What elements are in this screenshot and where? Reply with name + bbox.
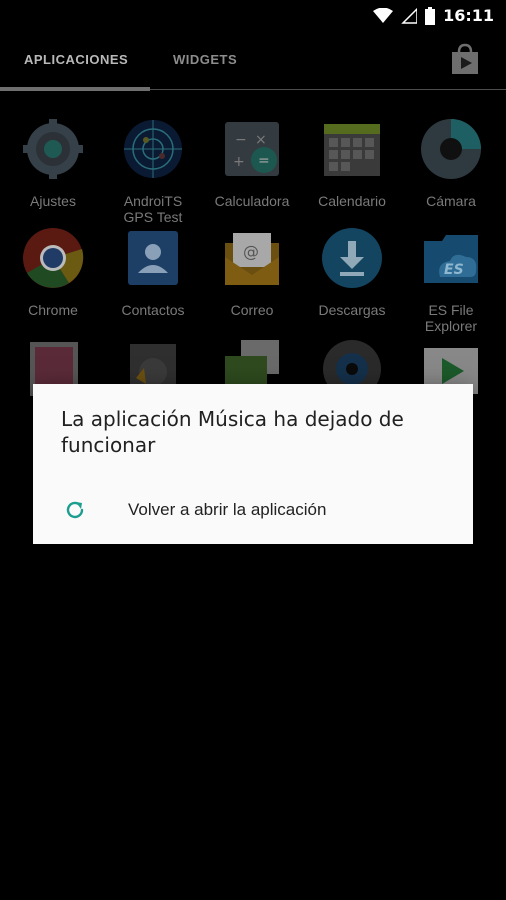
reopen-app-button[interactable]: Volver a abrir la aplicación [33, 488, 473, 534]
app-label: Chrome [28, 302, 78, 318]
app-label: Contactos [121, 302, 185, 318]
tab-widgets[interactable]: WIDGETS [173, 52, 237, 67]
chrome-icon [23, 228, 84, 288]
calendar-icon [324, 124, 380, 176]
app-label: AndroiTS GPS Test [123, 193, 183, 225]
download-icon [322, 228, 382, 288]
app-label: Descargas [318, 302, 386, 318]
svg-text:@: @ [243, 242, 259, 261]
gps-icon [124, 120, 182, 178]
app-label: Calendario [318, 193, 386, 209]
app-descargas[interactable]: Descargas [302, 227, 402, 318]
svg-text:=: = [258, 153, 270, 169]
email-icon: @ [225, 233, 279, 285]
status-bar: 16:11 [0, 0, 506, 32]
app-chrome[interactable]: Chrome [3, 227, 103, 318]
refresh-icon [66, 501, 84, 519]
signal-icon [401, 7, 418, 24]
app-calculadora[interactable]: − × + = Calculadora [202, 118, 302, 209]
svg-text:+: + [233, 154, 245, 170]
calculator-icon: − × + = [225, 122, 279, 176]
svg-text:ES: ES [444, 262, 464, 278]
app-label: Cámara [426, 193, 476, 209]
app-label: Calculadora [214, 193, 290, 209]
folder-icon: ES [424, 235, 478, 283]
app-camara[interactable]: Cámara [401, 118, 501, 209]
tab-bar: APLICACIONES WIDGETS [0, 32, 506, 91]
camera-icon [421, 119, 481, 179]
status-time: 16:11 [443, 6, 494, 25]
app-ajustes[interactable]: Ajustes [3, 118, 103, 209]
app-es-file-explorer[interactable]: ES ES File Explorer [401, 227, 501, 334]
tab-aplicaciones[interactable]: APLICACIONES [24, 52, 128, 67]
play-store-icon[interactable] [448, 42, 482, 76]
svg-text:−: − [235, 132, 247, 148]
wifi-icon [373, 7, 394, 23]
svg-text:×: × [255, 132, 267, 148]
app-label: ES File Explorer [424, 302, 478, 334]
contacts-icon [128, 231, 178, 285]
app-label: Correo [230, 302, 274, 318]
settings-icon [23, 119, 83, 179]
app-androits[interactable]: AndroiTS GPS Test [103, 118, 203, 225]
crash-dialog: La aplicación Música ha dejado de funcio… [33, 384, 473, 544]
battery-icon [425, 6, 436, 25]
app-calendario[interactable]: Calendario [302, 118, 402, 209]
app-label: Ajustes [30, 193, 76, 209]
app-contactos[interactable]: Contactos [103, 227, 203, 318]
dialog-title: La aplicación Música ha dejado de funcio… [61, 407, 404, 457]
reopen-app-label: Volver a abrir la aplicación [128, 500, 327, 519]
app-correo[interactable]: @ Correo [202, 227, 302, 318]
